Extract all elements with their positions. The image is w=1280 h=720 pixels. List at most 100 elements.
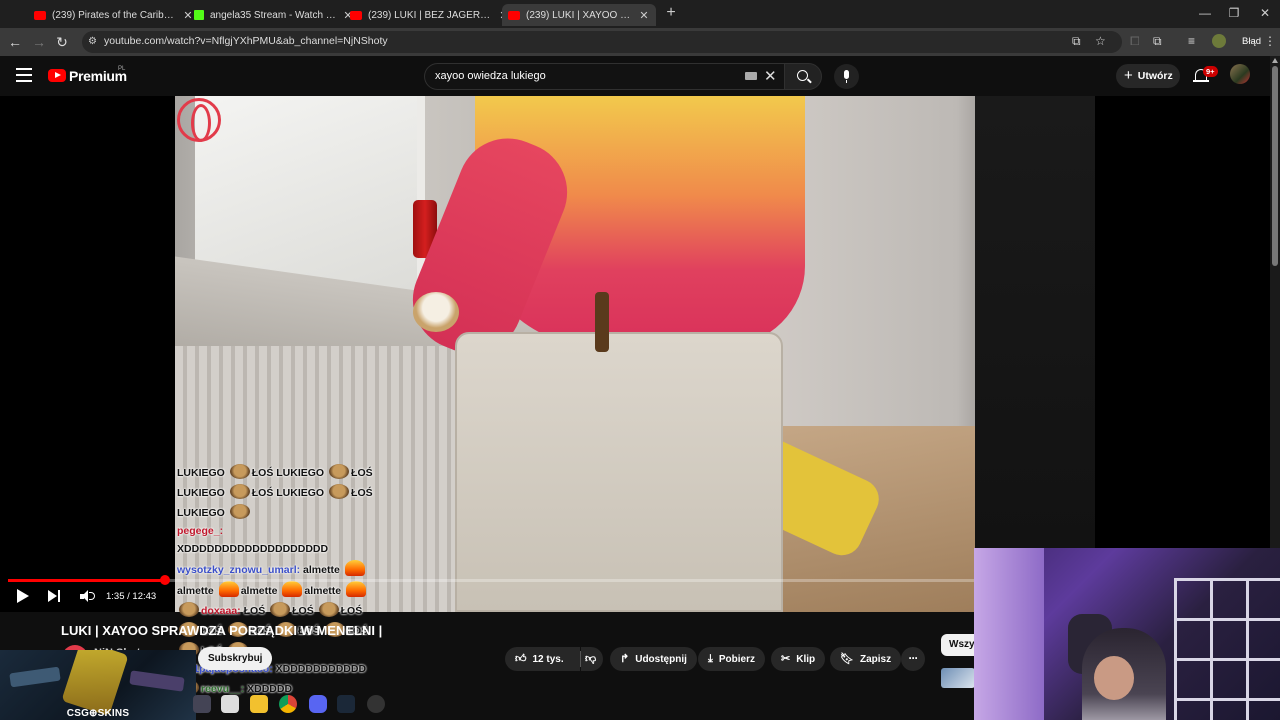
youtube-logo-icon[interactable] — [48, 69, 66, 82]
browser-menu-icon[interactable]: ⋮ — [1264, 34, 1276, 48]
chat-text: XDDDDDDDDDDD — [275, 663, 367, 675]
download-label: Pobierz — [718, 654, 755, 665]
share-arrow-icon: ↱ — [620, 653, 630, 665]
chat-emote-icon — [229, 504, 250, 519]
progress-bar[interactable] — [8, 575, 974, 585]
search-input[interactable]: xayoo owiedza lukiego ✕ — [424, 63, 784, 90]
scrollbar-thumb[interactable] — [1272, 66, 1278, 266]
chat-emote-icon — [229, 484, 250, 499]
taskbar-app-icon[interactable] — [193, 695, 211, 713]
browser-tab-active[interactable]: (239) LUKI | XAYOO SPRAWDZA ✕ — [502, 4, 656, 26]
menu-hamburger-icon[interactable] — [16, 68, 32, 82]
video-title: LUKI | XAYOO SPRAWDZA PORZĄDKI W MENELNI… — [61, 623, 383, 638]
bookmark-star-icon[interactable]: ☆ — [1095, 34, 1106, 48]
subscribe-button[interactable]: Subskrybuj — [198, 647, 273, 670]
chat-text: ŁOŚ — [340, 605, 363, 617]
fire-emote-icon — [346, 581, 367, 597]
microphone-icon — [844, 70, 849, 83]
account-avatar[interactable] — [1230, 64, 1250, 84]
chat-text: ŁOŚ LUKIEGO — [251, 487, 328, 499]
create-button[interactable]: + Utwórz — [1116, 64, 1180, 88]
scene-cup — [413, 292, 459, 332]
taskbar-chrome-icon[interactable] — [279, 695, 297, 713]
csgo-skins-ad-overlay: CSG⊕SKINS — [0, 650, 196, 720]
tab-title: (239) LUKI | XAYOO SPRAWDZA — [526, 9, 634, 21]
time-display: 1:35 / 12:43 — [106, 591, 157, 602]
search-button[interactable] — [784, 63, 822, 90]
clip-button[interactable]: ✂ Klip — [771, 647, 826, 671]
channel-watermark-logo — [177, 98, 221, 142]
taskbar-folder-icon[interactable] — [250, 695, 268, 713]
search-query: xayoo owiedza lukiego — [435, 70, 546, 82]
browser-tab[interactable]: angela35 Stream - Watch Live o ✕ — [188, 4, 360, 26]
tab-close-icon[interactable]: ✕ — [638, 9, 650, 22]
chat-message: LUKIEGO ŁOŚ LUKIEGO ŁOŚ — [177, 464, 377, 480]
chat-text: LUKIEGO — [177, 487, 228, 499]
forward-arrow-icon[interactable]: → — [30, 33, 48, 51]
new-tab-button[interactable]: + — [662, 4, 680, 22]
maximize-button[interactable]: ❐ — [1219, 4, 1249, 22]
profile-avatar[interactable] — [1212, 34, 1226, 48]
chat-message: LUKIEGO ŁOŚ LUKIEGO ŁOŚ — [177, 484, 377, 500]
chat-text: almette — [177, 585, 217, 597]
browser-tab[interactable]: (239) LUKI | BEZ JAGERKA TO N ✕ — [344, 4, 516, 26]
chat-text: XDDDDD — [247, 683, 293, 695]
browser-toolbar: ← → ↻ ⚙ youtube.com/watch?v=NflgjYXhPMU&… — [0, 28, 1280, 56]
chat-message: reevu__: XDDDDD — [177, 680, 377, 696]
clear-search-icon[interactable]: ✕ — [764, 67, 777, 85]
share-button[interactable]: ↱ Udostępnij — [610, 647, 697, 671]
play-icon[interactable] — [17, 589, 29, 603]
reload-icon[interactable]: ↻ — [53, 33, 71, 51]
webcam-shelf — [1174, 578, 1280, 720]
taskbar-discord-icon[interactable] — [309, 695, 327, 713]
tab-title: angela35 Stream - Watch Live o — [210, 9, 338, 21]
taskbar-app-icon[interactable] — [367, 695, 385, 713]
voice-search-button[interactable] — [834, 64, 859, 89]
scene-moose-figurine — [595, 292, 609, 352]
site-info-icon[interactable]: ⚙ — [88, 36, 97, 47]
tab-title: (239) Pirates of the Caribbean — [52, 9, 178, 21]
extension-disabled-icon[interactable]: ⧠ — [1130, 34, 1140, 49]
close-window-button[interactable]: ✕ — [1250, 4, 1280, 22]
chat-username: reevu__: — [201, 683, 248, 695]
scene-person-dark — [975, 96, 1095, 612]
chat-emote-icon — [329, 484, 350, 499]
browser-tab[interactable]: (239) Pirates of the Caribbean ✕ — [28, 4, 200, 26]
ad-rifle-image — [9, 666, 61, 688]
video-player[interactable]: LUKIEGO ŁOŚ LUKIEGO ŁOŚ LUKIEGO ŁOŚ LUKI… — [0, 96, 1270, 695]
chat-text: ŁOŚ — [351, 487, 373, 499]
address-bar[interactable]: ⚙ youtube.com/watch?v=NflgjYXhPMU&ab_cha… — [82, 31, 1122, 53]
install-app-icon[interactable]: ⧉ — [1072, 34, 1081, 49]
kick-icon — [194, 10, 204, 20]
taskbar-steam-icon[interactable] — [337, 695, 355, 713]
more-actions-button[interactable]: ··· — [901, 647, 925, 671]
extensions-puzzle-icon[interactable]: ⧉ — [1153, 34, 1162, 49]
volume-icon[interactable] — [80, 590, 95, 602]
recommended-video-thumbnail[interactable] — [941, 668, 975, 688]
chat-text: ŁOŚ LUKIEGO — [251, 467, 328, 479]
chat-message: doxaaa: ŁOŚ ŁOŚ ŁOŚ — [177, 602, 377, 618]
minimize-button[interactable]: — — [1190, 4, 1220, 22]
progress-scrubber[interactable] — [160, 575, 171, 585]
youtube-icon — [34, 10, 46, 20]
chat-text: XDDDDDDDDDDDDDDDDDDD — [177, 543, 329, 555]
bookmark-icon: 🔖︎ — [840, 653, 854, 665]
chat-emote-icon — [329, 464, 350, 479]
region-code: PL — [118, 66, 126, 72]
fire-emote-icon — [282, 581, 303, 597]
back-arrow-icon[interactable]: ← — [6, 33, 24, 51]
share-label: Udostępnij — [635, 654, 687, 665]
like-button[interactable]: 👍︎ 12 tys. — [505, 647, 580, 671]
dislike-button[interactable]: 👎︎ — [581, 647, 603, 671]
search-icon — [797, 70, 808, 81]
url-text: youtube.com/watch?v=NflgjYXhPMU&ab_chann… — [104, 35, 388, 47]
save-button[interactable]: 🔖︎ Zapisz — [830, 647, 902, 671]
chat-emote-icon — [270, 602, 291, 617]
media-control-icon[interactable]: ≡ — [1188, 34, 1195, 48]
scroll-up-arrow-icon[interactable] — [1272, 58, 1278, 63]
next-video-icon[interactable] — [48, 590, 60, 602]
chat-message: LUKIEGO — [177, 504, 377, 520]
taskbar-notepad-icon[interactable] — [221, 695, 239, 713]
keyboard-icon[interactable] — [745, 72, 757, 80]
download-button[interactable]: ⤓ Pobierz — [698, 647, 765, 671]
